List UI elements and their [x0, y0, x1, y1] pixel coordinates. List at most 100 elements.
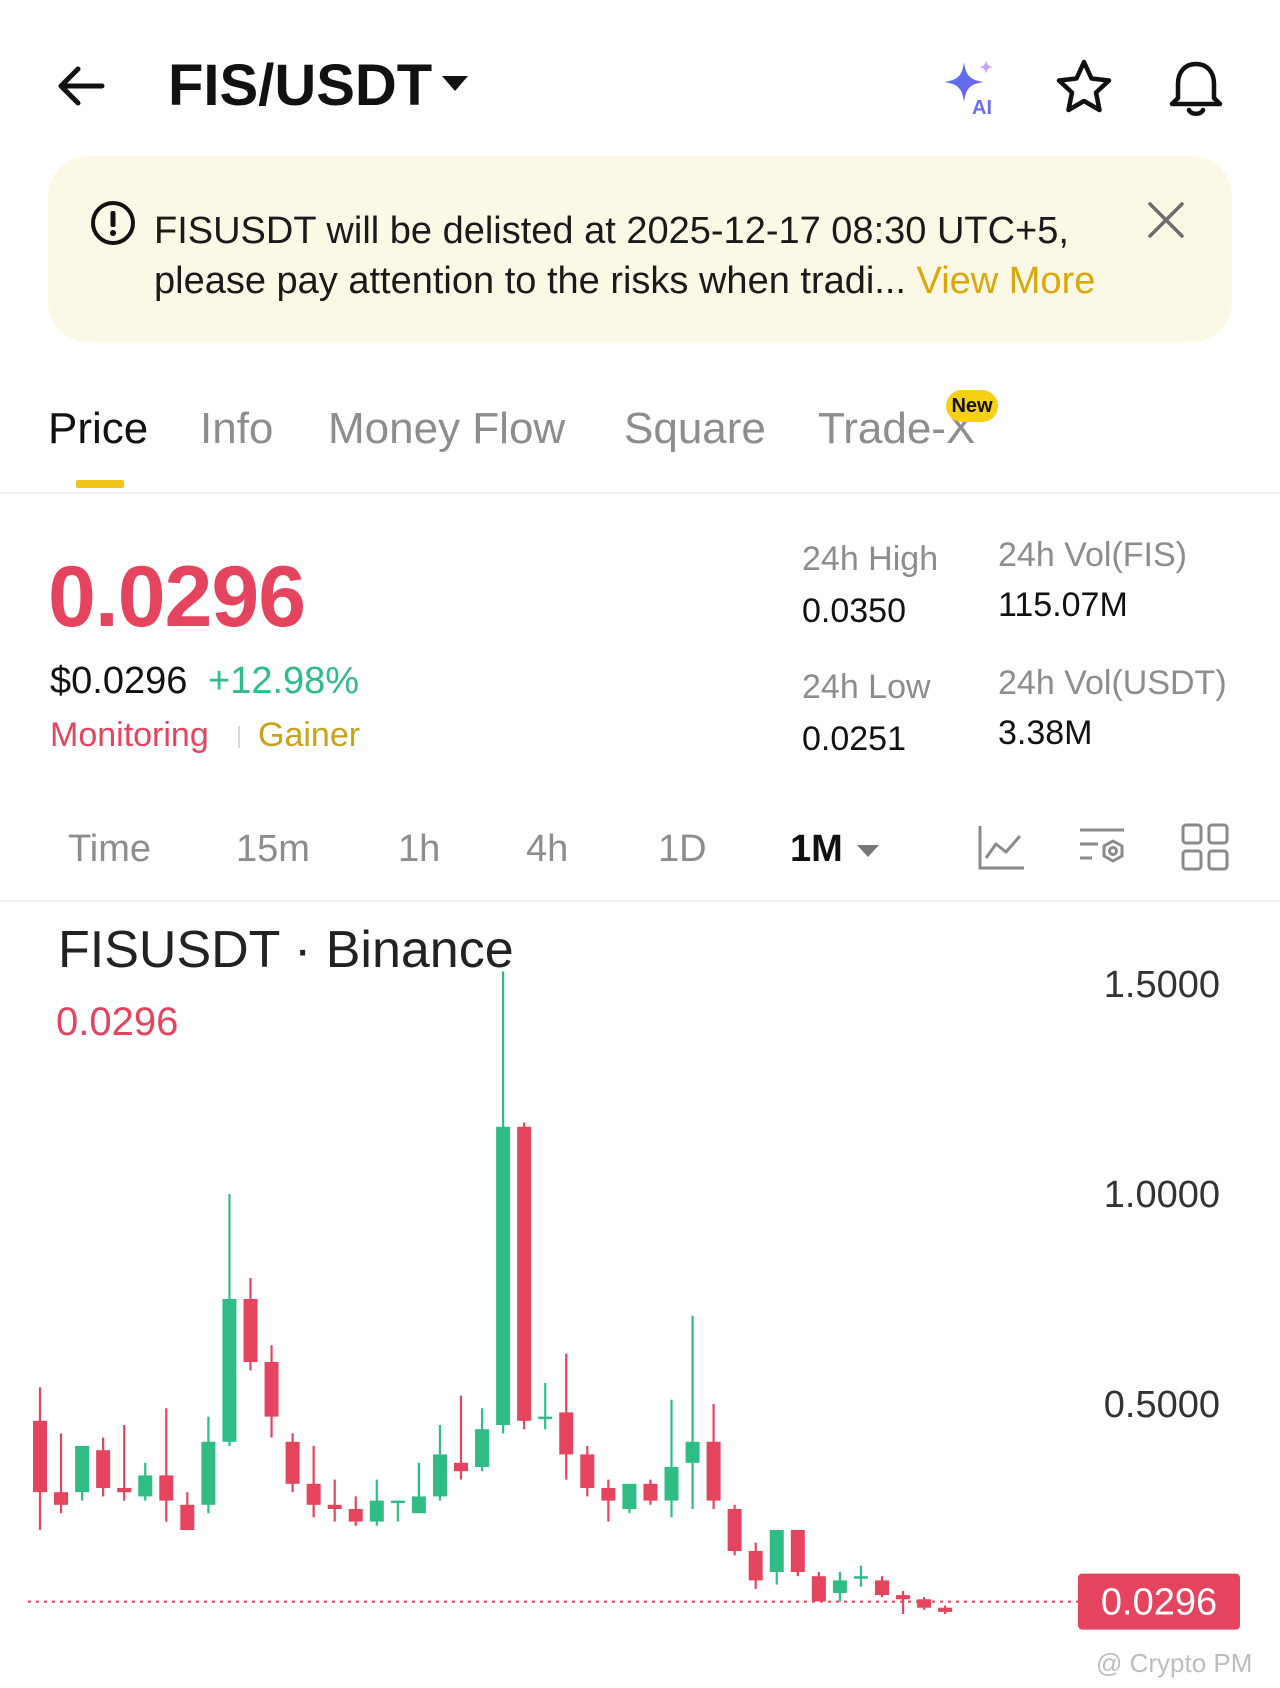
back-button[interactable]	[52, 56, 112, 116]
interval-bar: Time 15m 1h 4h 1D 1M	[0, 800, 1280, 902]
candle	[432, 1425, 447, 1501]
close-icon	[1148, 202, 1184, 238]
24h-vol-quote-label: 24h Vol(USDT)	[998, 664, 1227, 702]
candle-body	[832, 1580, 847, 1593]
candle-body	[138, 1475, 153, 1497]
alert-button[interactable]	[1164, 56, 1228, 120]
candle-body	[580, 1454, 595, 1488]
y-tick-label: 1.0000	[1104, 1174, 1220, 1216]
candle-body	[390, 1500, 405, 1504]
candle	[222, 1194, 237, 1446]
candle-body	[853, 1576, 868, 1579]
candle-body	[790, 1530, 805, 1572]
candle	[938, 1605, 953, 1614]
tab-square[interactable]: Square	[624, 404, 766, 454]
ai-assistant-button[interactable]: AI	[940, 56, 1004, 120]
candle	[306, 1446, 321, 1518]
delisting-notice: FISUSDT will be delisted at 2025-12-17 0…	[48, 156, 1232, 342]
chart-type-button[interactable]	[976, 822, 1026, 872]
candle	[875, 1576, 889, 1598]
caret-down-icon	[857, 845, 879, 857]
candle-body	[517, 1126, 532, 1421]
candle-body	[243, 1299, 258, 1362]
candle-body	[411, 1496, 426, 1514]
candles	[33, 971, 953, 1614]
interval-dropdown-button[interactable]	[856, 844, 880, 858]
candle-body	[875, 1580, 889, 1596]
candle-body	[664, 1467, 679, 1501]
candle-body	[75, 1446, 90, 1493]
candle	[390, 1500, 405, 1522]
interval-4h[interactable]: 4h	[526, 828, 568, 871]
candle	[622, 1483, 637, 1514]
info-circle-icon	[90, 200, 136, 246]
candle	[496, 971, 511, 1434]
candle	[369, 1479, 384, 1526]
candle	[769, 1530, 784, 1585]
candle	[748, 1542, 763, 1589]
candle	[917, 1597, 932, 1610]
candle-body	[538, 1416, 553, 1420]
pair-title[interactable]: FIS/USDT	[168, 52, 432, 119]
candle	[75, 1446, 90, 1501]
candle	[327, 1479, 342, 1522]
candle	[159, 1408, 174, 1522]
line-chart-icon	[978, 826, 1024, 870]
candle	[475, 1408, 490, 1472]
candle	[201, 1416, 216, 1514]
candle	[538, 1383, 553, 1430]
candle-body	[769, 1530, 784, 1572]
ai-label: AI	[972, 97, 992, 119]
tab-money-flow[interactable]: Money Flow	[328, 404, 565, 454]
24h-high-value: 0.0350	[802, 592, 906, 630]
indicator-settings-button[interactable]	[1078, 822, 1128, 872]
monitoring-tag[interactable]: Monitoring	[50, 716, 209, 755]
price-change-percent: +12.98%	[208, 660, 360, 702]
candle-body	[369, 1500, 384, 1522]
favorite-button[interactable]	[1052, 56, 1116, 120]
candle-body	[938, 1607, 953, 1612]
candle-body	[96, 1450, 111, 1488]
candle-body	[896, 1595, 911, 1600]
candle-body	[727, 1509, 742, 1551]
interval-1m[interactable]: 1M	[790, 828, 843, 871]
view-more-link[interactable]: View More	[917, 260, 1096, 302]
y-axis: 1.5000 1.0000 0.5000	[1104, 964, 1220, 1426]
usd-price: $0.0296	[50, 660, 188, 702]
candle	[664, 1399, 679, 1518]
candle-body	[559, 1412, 574, 1455]
interval-time[interactable]: Time	[68, 828, 151, 871]
candle-body	[622, 1483, 637, 1509]
24h-low-label: 24h Low	[802, 668, 931, 706]
star-icon	[1056, 59, 1112, 113]
candlestick-chart[interactable]: 1.5000 1.0000 0.5000 0.0296	[0, 940, 1280, 1688]
candle	[853, 1565, 868, 1587]
candle	[559, 1353, 574, 1480]
gainer-tag[interactable]: Gainer	[258, 716, 360, 755]
candle	[811, 1572, 826, 1602]
top-bar: FIS/USDT AI	[0, 0, 1280, 160]
candle-body	[285, 1441, 300, 1484]
watermark: @ Crypto PM	[1096, 1648, 1253, 1678]
candle-body	[475, 1429, 490, 1467]
layout-button[interactable]	[1180, 822, 1230, 872]
candle-body	[706, 1441, 721, 1501]
candle-body	[159, 1475, 174, 1501]
candle	[706, 1404, 721, 1509]
24h-low-value: 0.0251	[802, 720, 906, 758]
tab-info[interactable]: Info	[200, 404, 273, 454]
tab-price[interactable]: Price	[48, 404, 148, 454]
caret-down-icon	[442, 76, 468, 91]
indicator-settings-icon	[1080, 828, 1124, 863]
candle	[117, 1425, 132, 1501]
interval-15m[interactable]: 15m	[236, 828, 310, 871]
candle	[180, 1492, 195, 1530]
candle-body	[180, 1504, 195, 1530]
candle	[601, 1479, 616, 1522]
candle-body	[748, 1551, 763, 1581]
close-notice-button[interactable]	[1144, 198, 1188, 242]
candle	[727, 1504, 742, 1556]
interval-1h[interactable]: 1h	[398, 828, 440, 871]
pair-selector-button[interactable]	[440, 74, 470, 94]
interval-1d[interactable]: 1D	[658, 828, 707, 871]
